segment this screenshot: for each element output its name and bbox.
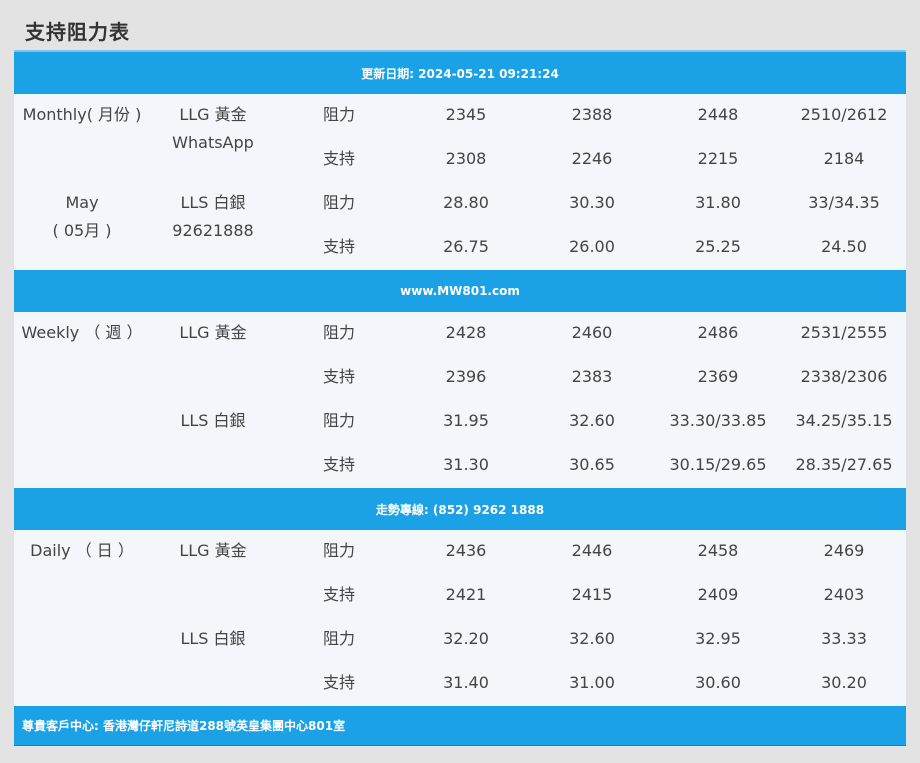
hotline-banner: 走勢專線: (852) 9262 1888 xyxy=(14,488,906,530)
monthly-period-label: Monthly( 月份 ) xyxy=(22,105,142,124)
level-value: 2215 xyxy=(697,149,739,168)
month-label: May xyxy=(65,193,99,212)
level-value: 32.60 xyxy=(569,629,615,648)
level-type-label: 支持 xyxy=(322,673,356,692)
level-value: 33.33 xyxy=(821,629,867,648)
level-value: 26.75 xyxy=(443,237,489,256)
weekly-period-label: Weekly （ 週 ） xyxy=(21,323,143,342)
level-value: 31.95 xyxy=(443,411,489,430)
whatsapp-label: WhatsApp xyxy=(172,133,254,152)
level-value: 2338/2306 xyxy=(800,367,888,386)
level-value: 24.50 xyxy=(821,237,867,256)
product-label: LLS 白銀 xyxy=(180,411,246,430)
level-type-label: 阻力 xyxy=(322,193,356,212)
level-value: 2486 xyxy=(697,323,739,342)
level-value: 32.60 xyxy=(569,411,615,430)
whatsapp-number: 92621888 xyxy=(172,221,254,240)
level-value: 28.35/27.65 xyxy=(795,455,893,474)
level-type-label: 阻力 xyxy=(322,411,356,430)
level-value: 31.40 xyxy=(443,673,489,692)
level-value: 2369 xyxy=(697,367,739,386)
level-value: 32.95 xyxy=(695,629,741,648)
level-value: 2510/2612 xyxy=(800,105,888,124)
level-value: 28.80 xyxy=(443,193,489,212)
level-value: 2460 xyxy=(571,323,613,342)
level-value: 2246 xyxy=(571,149,613,168)
level-type-label: 支持 xyxy=(322,149,356,168)
level-value: 2446 xyxy=(571,541,613,560)
level-value: 31.80 xyxy=(695,193,741,212)
level-value: 2421 xyxy=(445,585,487,604)
level-value: 2308 xyxy=(445,149,487,168)
level-value: 25.25 xyxy=(695,237,741,256)
website-banner: www.MW801.com xyxy=(14,270,906,312)
level-type-label: 阻力 xyxy=(322,323,356,342)
level-value: 2396 xyxy=(445,367,487,386)
level-value: 2383 xyxy=(571,367,613,386)
product-label: LLS 白銀 xyxy=(180,629,246,648)
level-type-label: 支持 xyxy=(322,367,356,386)
level-value: 26.00 xyxy=(569,237,615,256)
level-value: 30.15/29.65 xyxy=(669,455,767,474)
level-value: 2458 xyxy=(697,541,739,560)
product-label: LLG 黃金 xyxy=(179,541,247,560)
level-type-label: 阻力 xyxy=(322,629,356,648)
month-sub-label: ( 05月 ) xyxy=(52,221,112,240)
level-value: 2403 xyxy=(823,585,865,604)
level-value: 2415 xyxy=(571,585,613,604)
footer-address-banner: 尊貴客戶中心: 香港灣仔軒尼詩道288號英皇集團中心801室 xyxy=(14,706,906,746)
level-value: 33.30/33.85 xyxy=(669,411,767,430)
page-title: 支持阻力表 xyxy=(25,20,130,44)
product-label: LLG 黃金 xyxy=(179,323,247,342)
level-value: 31.00 xyxy=(569,673,615,692)
level-value: 2409 xyxy=(697,585,739,604)
level-type-label: 支持 xyxy=(322,455,356,474)
level-value: 30.60 xyxy=(695,673,741,692)
level-value: 31.30 xyxy=(443,455,489,474)
daily-period-label: Daily （ 日 ） xyxy=(30,541,134,560)
level-value: 2345 xyxy=(445,105,487,124)
level-type-label: 阻力 xyxy=(322,105,356,124)
product-label: LLS 白銀 xyxy=(180,193,246,212)
update-date-banner: 更新日期: 2024-05-21 09:21:24 xyxy=(14,52,906,94)
product-label: LLG 黃金 xyxy=(179,105,247,124)
level-value: 33/34.35 xyxy=(808,193,880,212)
level-value: 2531/2555 xyxy=(800,323,888,342)
level-value: 30.30 xyxy=(569,193,615,212)
level-type-label: 支持 xyxy=(322,585,356,604)
level-value: 32.20 xyxy=(443,629,489,648)
level-value: 2184 xyxy=(823,149,865,168)
level-value: 2448 xyxy=(697,105,739,124)
level-value: 34.25/35.15 xyxy=(795,411,893,430)
level-value: 2388 xyxy=(571,105,613,124)
level-value: 2428 xyxy=(445,323,487,342)
level-type-label: 阻力 xyxy=(322,541,356,560)
level-value: 2436 xyxy=(445,541,487,560)
level-value: 30.20 xyxy=(821,673,867,692)
level-value: 2469 xyxy=(823,541,865,560)
level-value: 30.65 xyxy=(569,455,615,474)
level-type-label: 支持 xyxy=(322,237,356,256)
